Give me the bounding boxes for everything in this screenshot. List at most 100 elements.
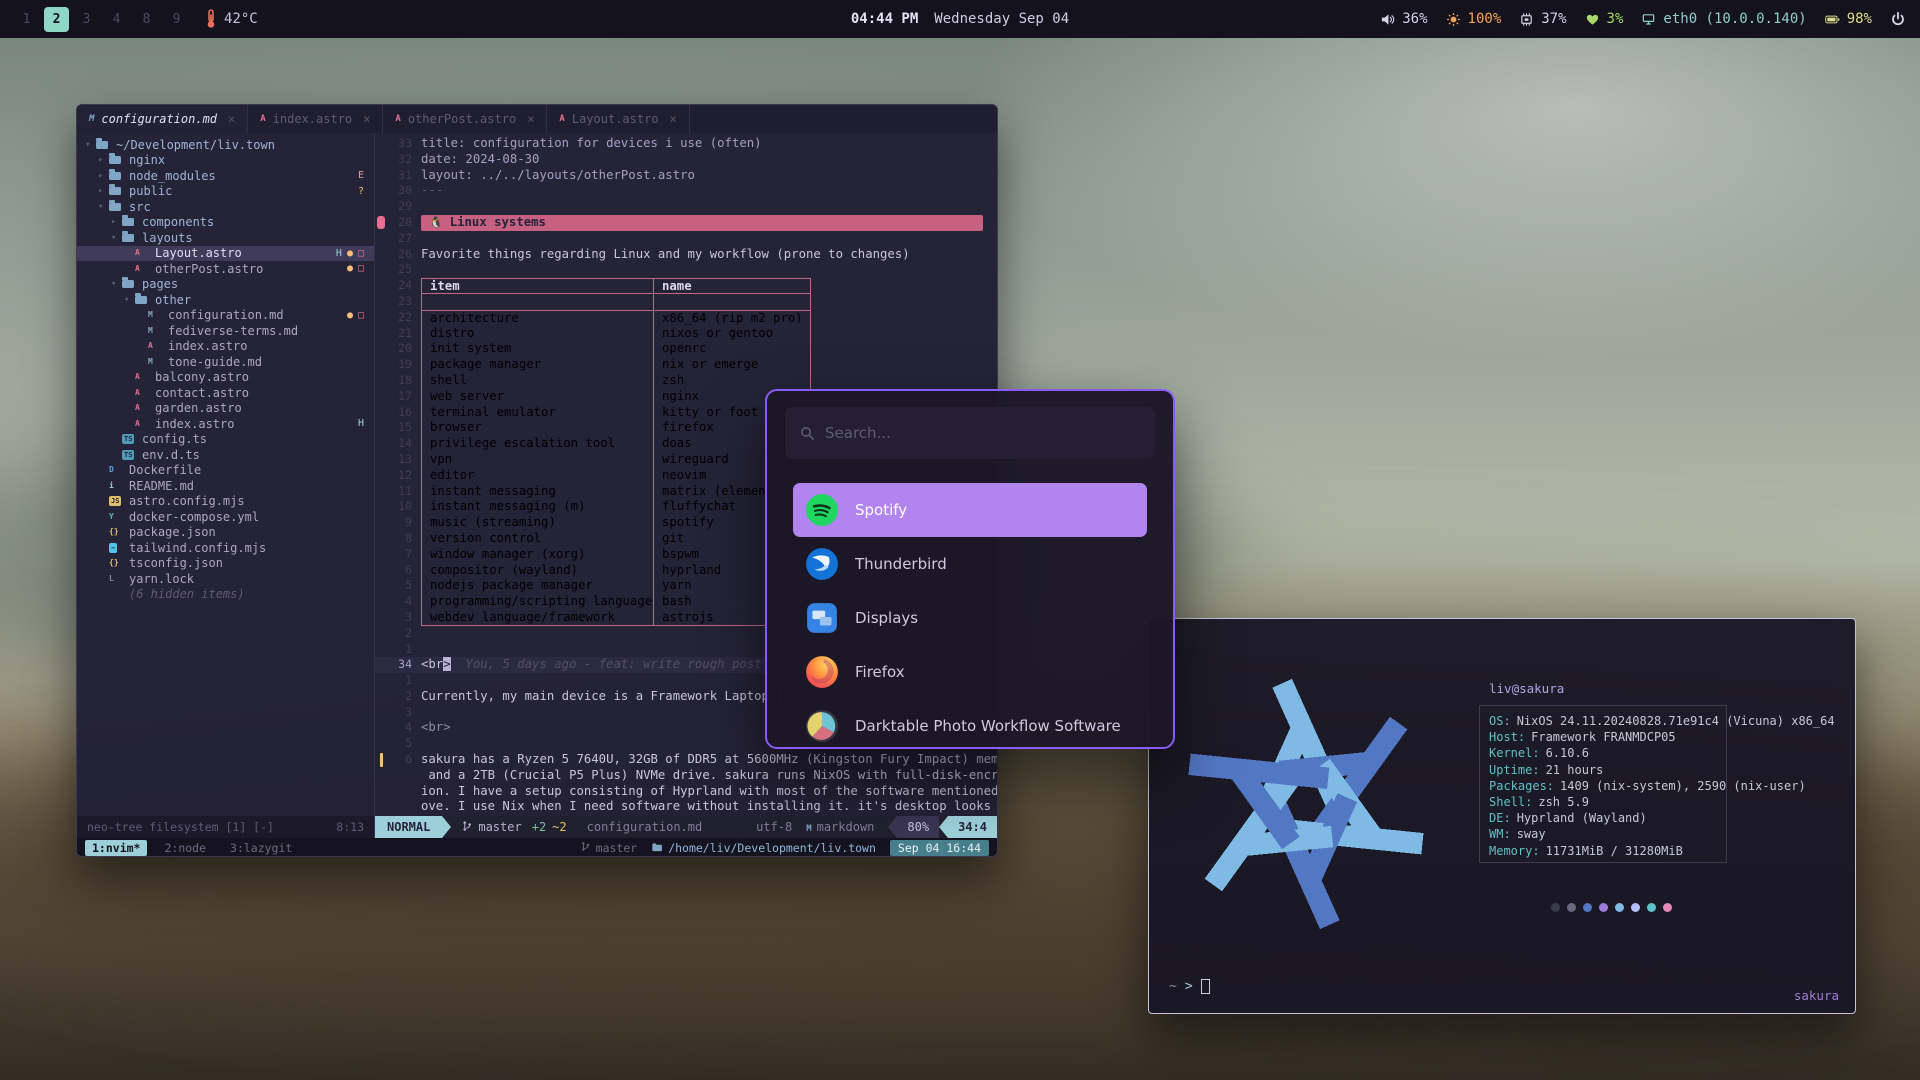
workspace-button-3[interactable]: 3 <box>74 7 99 32</box>
tree-item-garden-astro[interactable]: Agarden.astro <box>77 401 374 417</box>
launcher-item-displays[interactable]: Displays <box>793 591 1147 645</box>
editor-tab-layout-astro[interactable]: ALayout.astro× <box>547 105 689 133</box>
tmux-window-2-node[interactable]: 2:node <box>157 840 213 856</box>
markdown-icon: M <box>148 357 164 367</box>
terminal-window: liv@sakura OS:NixOS 24.11.20240828.71e91… <box>1148 618 1856 1014</box>
tree-item-index-astro[interactable]: Aindex.astro <box>77 339 374 355</box>
line-text: ion. I have a setup consisting of Hyprla… <box>421 784 997 800</box>
markdown-table-row: privilege escalation tooldoas <box>421 436 811 452</box>
table-cell: item <box>421 278 653 294</box>
table-cell: music (streaming) <box>421 515 653 531</box>
workspace-button-9[interactable]: 9 <box>164 7 189 32</box>
tree-item-package-json[interactable]: {}package.json <box>77 525 374 541</box>
buffer-line: 19package managernix or emerge <box>375 357 997 373</box>
tree-item-6-hidden-items[interactable]: (6 hidden items) <box>77 587 374 603</box>
fetch-label: Memory: <box>1489 844 1540 858</box>
json-icon: {} <box>109 558 125 568</box>
editor-tab-otherpost-astro[interactable]: AotherPost.astro× <box>383 105 547 133</box>
tree-item-fediverse-terms-md[interactable]: Mfediverse-terms.md <box>77 323 374 339</box>
launcher-search-box[interactable] <box>785 407 1155 459</box>
file-glyph: A <box>135 419 140 429</box>
tree-item-balcony-astro[interactable]: Abalcony.astro <box>77 370 374 386</box>
launcher-item-darktable-photo-workflow-software[interactable]: Darktable Photo Workflow Software <box>793 699 1147 749</box>
line-number: 18 <box>387 373 421 389</box>
sign-column <box>375 610 387 626</box>
workspace-button-2[interactable]: 2 <box>44 7 69 32</box>
markdown-icon: M <box>89 114 94 124</box>
tree-item-tone-guide-md[interactable]: Mtone-guide.md <box>77 354 374 370</box>
sign-column <box>375 389 387 405</box>
tab-close-icon[interactable]: × <box>228 112 235 126</box>
search-input[interactable] <box>825 424 1141 442</box>
chevron-right-icon: ▸ <box>98 155 109 165</box>
tree-item-contact-astro[interactable]: Acontact.astro <box>77 385 374 401</box>
launcher-item-thunderbird[interactable]: Thunderbird <box>793 537 1147 591</box>
tree-item-dockerfile[interactable]: DDockerfile <box>77 463 374 479</box>
tree-item-public[interactable]: ▸public? <box>77 184 374 200</box>
battery-value: 98% <box>1847 11 1872 27</box>
tree-item-node-modules[interactable]: ▸node_modulesE <box>77 168 374 184</box>
tree-item-env-d-ts[interactable]: TSenv.d.ts <box>77 447 374 463</box>
line-number: 22 <box>387 310 421 326</box>
tree-item-label: tone-guide.md <box>168 355 262 369</box>
tmux-window-3-lazygit[interactable]: 3:lazygit <box>223 840 299 856</box>
tree-item-yarn-lock[interactable]: Lyarn.lock <box>77 571 374 587</box>
table-cell: openrc <box>653 341 811 357</box>
tree-item-pages[interactable]: ▾pages <box>77 277 374 293</box>
statusline-filename: configuration.md <box>577 820 703 834</box>
tree-item-docker-compose-yml[interactable]: Ydocker-compose.yml <box>77 509 374 525</box>
sign-column <box>375 262 387 278</box>
launcher-item-spotify[interactable]: Spotify <box>793 483 1147 537</box>
powerline-separator <box>939 816 948 838</box>
memory-value: 37% <box>1541 11 1566 27</box>
workspace-button-1[interactable]: 1 <box>14 7 39 32</box>
palette-dot <box>1599 903 1608 912</box>
tree-item-nginx[interactable]: ▸nginx <box>77 153 374 169</box>
editor-tab-index-astro[interactable]: Aindex.astro× <box>248 105 383 133</box>
statusbar-module-volume: 36% <box>1380 11 1427 27</box>
shell-prompt[interactable]: ~ > <box>1169 979 1210 994</box>
tree-item-label: docker-compose.yml <box>129 510 259 524</box>
power-button[interactable] <box>1890 11 1906 27</box>
tree-item-configuration-md[interactable]: Mconfiguration.md●□ <box>77 308 374 324</box>
line-number: 16 <box>387 405 421 421</box>
sign-column <box>375 689 387 705</box>
tree-item-otherpost-astro[interactable]: AotherPost.astro●□ <box>77 261 374 277</box>
table-cell: compositor (wayland) <box>421 563 653 579</box>
workspace-button-8[interactable]: 8 <box>134 7 159 32</box>
tmux-window-1-nvim[interactable]: 1:nvim* <box>85 840 147 856</box>
tree-badge: □ <box>358 310 364 321</box>
tab-close-icon[interactable]: × <box>670 112 677 126</box>
fetch-label: DE: <box>1489 811 1511 825</box>
tree-item-badges: ●□ <box>347 310 374 321</box>
tree-item-layout-astro[interactable]: ALayout.astroH●□ <box>77 246 374 262</box>
tree-item-badges: ? <box>358 186 374 197</box>
tree-item-label: package.json <box>129 525 216 539</box>
launcher-item-firefox[interactable]: Firefox <box>793 645 1147 699</box>
editor-tab-configuration-md[interactable]: Mconfiguration.md × <box>77 105 248 133</box>
table-cell: instant messaging (m) <box>421 499 653 515</box>
buffer-line: 24itemname <box>375 278 997 294</box>
tree-item-astro-config-mjs[interactable]: JSastro.config.mjs <box>77 494 374 510</box>
tree-item-development-liv-town[interactable]: ▾~/Development/liv.town <box>77 137 374 153</box>
tree-item-tsconfig-json[interactable]: {}tsconfig.json <box>77 556 374 572</box>
sign-column <box>375 799 387 815</box>
tree-item-other[interactable]: ▾other <box>77 292 374 308</box>
sign-column <box>375 168 387 184</box>
tree-item-components[interactable]: ▸components <box>77 215 374 231</box>
line-number: 21 <box>387 326 421 342</box>
volume-value: 36% <box>1402 11 1427 27</box>
tree-item-src[interactable]: ▾src <box>77 199 374 215</box>
tree-item-label: fediverse-terms.md <box>168 324 298 338</box>
tree-item-config-ts[interactable]: TSconfig.ts <box>77 432 374 448</box>
tree-item-readme-md[interactable]: iREADME.md <box>77 478 374 494</box>
workspace-button-4[interactable]: 4 <box>104 7 129 32</box>
tab-label: configuration.md <box>101 112 217 126</box>
tree-item-layouts[interactable]: ▾layouts <box>77 230 374 246</box>
tab-close-icon[interactable]: × <box>527 112 534 126</box>
tab-close-icon[interactable]: × <box>363 112 370 126</box>
tree-item-index-astro[interactable]: Aindex.astroH <box>77 416 374 432</box>
tree-item-tailwind-config-mjs[interactable]: ~tailwind.config.mjs <box>77 540 374 556</box>
tree-item-badges: H●□ <box>336 248 374 259</box>
git-change-sign <box>380 753 383 767</box>
